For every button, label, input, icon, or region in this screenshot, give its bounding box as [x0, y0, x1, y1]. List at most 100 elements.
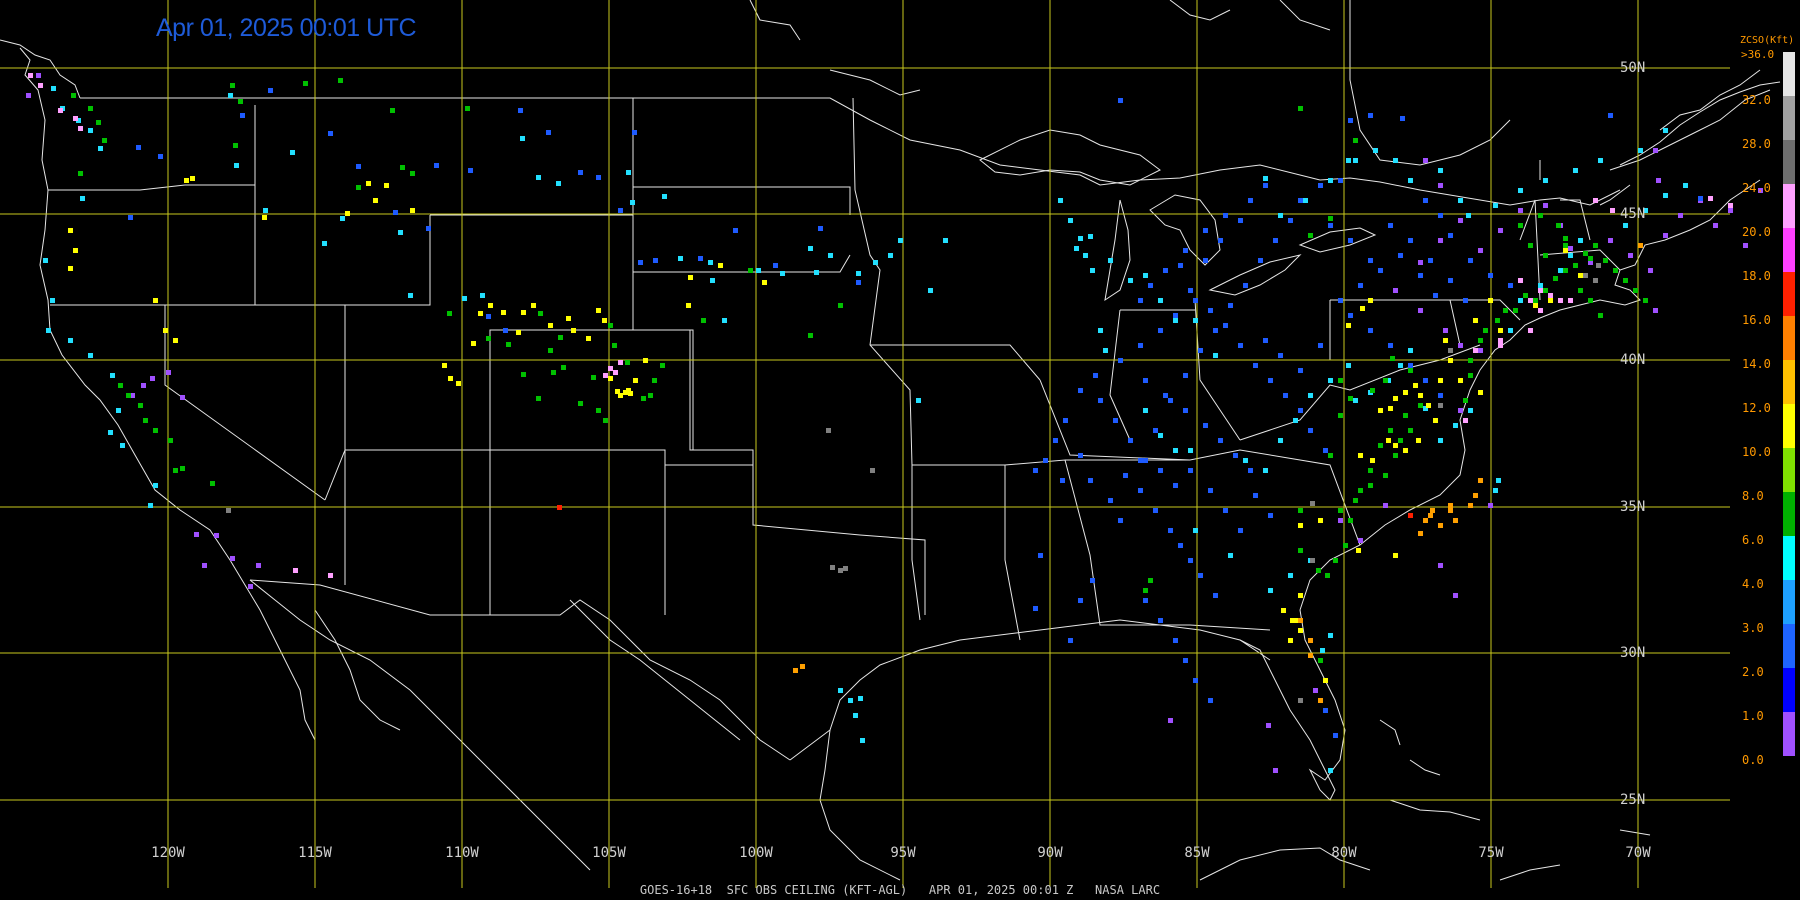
station-marker	[1043, 458, 1048, 463]
station-marker	[1188, 558, 1193, 563]
station-marker	[38, 83, 43, 88]
station-marker	[1468, 358, 1473, 363]
station-marker	[1638, 243, 1643, 248]
station-marker	[78, 126, 83, 131]
station-marker	[1578, 288, 1583, 293]
coastline	[0, 0, 1781, 881]
legend-tick-label: 16.0	[1742, 313, 1771, 327]
station-marker	[652, 378, 657, 383]
station-marker	[1393, 453, 1398, 458]
station-marker	[1358, 538, 1363, 543]
station-marker	[1683, 183, 1688, 188]
station-marker	[230, 556, 235, 561]
station-marker	[1438, 393, 1443, 398]
station-marker	[1423, 158, 1428, 163]
station-marker	[1638, 148, 1643, 153]
station-marker	[1418, 403, 1423, 408]
station-marker	[303, 81, 308, 86]
station-marker	[180, 466, 185, 471]
legend-color-swatch	[1783, 52, 1795, 96]
station-marker	[400, 165, 405, 170]
station-marker	[1468, 503, 1473, 508]
station-marker	[1308, 393, 1313, 398]
station-marker	[1298, 698, 1303, 703]
station-marker	[1193, 678, 1198, 683]
station-marker	[1418, 308, 1423, 313]
station-marker	[398, 230, 403, 235]
station-marker	[1368, 298, 1373, 303]
station-marker	[1478, 390, 1483, 395]
station-marker	[628, 391, 633, 396]
station-marker	[96, 120, 101, 125]
latitude-label: 30N	[1620, 645, 1646, 661]
station-marker	[1393, 443, 1398, 448]
station-marker	[848, 698, 853, 703]
longitude-label: 100W	[739, 845, 773, 861]
station-marker	[1438, 168, 1443, 173]
station-marker	[557, 505, 562, 510]
station-marker	[1223, 213, 1228, 218]
station-marker	[143, 418, 148, 423]
station-marker	[1403, 390, 1408, 395]
station-marker	[618, 360, 623, 365]
station-marker	[1083, 253, 1088, 258]
station-marker	[1243, 458, 1248, 463]
station-marker	[1203, 423, 1208, 428]
legend-tick-label: 32.0	[1742, 93, 1771, 107]
station-marker	[1448, 278, 1453, 283]
station-marker	[1178, 543, 1183, 548]
station-marker	[71, 93, 76, 98]
station-marker	[393, 210, 398, 215]
station-marker	[1508, 283, 1513, 288]
station-marker	[1583, 273, 1588, 278]
station-marker	[516, 330, 521, 335]
longitude-label: 110W	[445, 845, 479, 861]
station-marker	[838, 688, 843, 693]
station-marker	[1663, 128, 1668, 133]
station-marker	[1213, 593, 1218, 598]
latitude-label: 25N	[1620, 792, 1646, 808]
station-marker	[1398, 438, 1403, 443]
latitude-label: 50N	[1620, 60, 1646, 76]
station-marker	[1416, 438, 1421, 443]
station-marker	[1263, 176, 1268, 181]
station-marker	[1078, 453, 1083, 458]
station-marker	[1423, 378, 1428, 383]
station-marker	[858, 696, 863, 701]
legend-color-swatch	[1783, 96, 1795, 140]
station-marker	[1143, 458, 1148, 463]
station-marker	[571, 328, 576, 333]
legend-tick-label: 1.0	[1742, 709, 1764, 723]
station-marker	[1498, 343, 1503, 348]
station-marker	[248, 584, 253, 589]
station-marker	[1333, 558, 1338, 563]
station-marker	[548, 323, 553, 328]
station-marker	[1148, 283, 1153, 288]
station-marker	[1268, 513, 1273, 518]
station-marker	[1583, 251, 1588, 256]
station-marker	[1143, 408, 1148, 413]
station-marker	[434, 163, 439, 168]
station-marker	[1148, 578, 1153, 583]
legend-tick-label: 0.0	[1742, 753, 1764, 767]
station-marker	[800, 664, 805, 669]
station-marker	[1493, 488, 1498, 493]
station-marker	[1378, 268, 1383, 273]
station-marker	[1323, 448, 1328, 453]
station-marker	[1518, 188, 1523, 193]
station-marker	[1263, 183, 1268, 188]
station-marker	[1143, 588, 1148, 593]
station-marker	[1708, 196, 1713, 201]
station-marker	[1273, 768, 1278, 773]
station-marker	[1656, 178, 1661, 183]
station-marker	[501, 310, 506, 315]
station-marker	[793, 668, 798, 673]
station-marker	[1378, 443, 1383, 448]
station-marker	[46, 328, 51, 333]
station-marker	[1203, 258, 1208, 263]
station-marker	[28, 73, 33, 78]
station-marker	[173, 468, 178, 473]
station-marker	[518, 108, 523, 113]
station-marker	[521, 372, 526, 377]
station-marker	[166, 370, 171, 375]
